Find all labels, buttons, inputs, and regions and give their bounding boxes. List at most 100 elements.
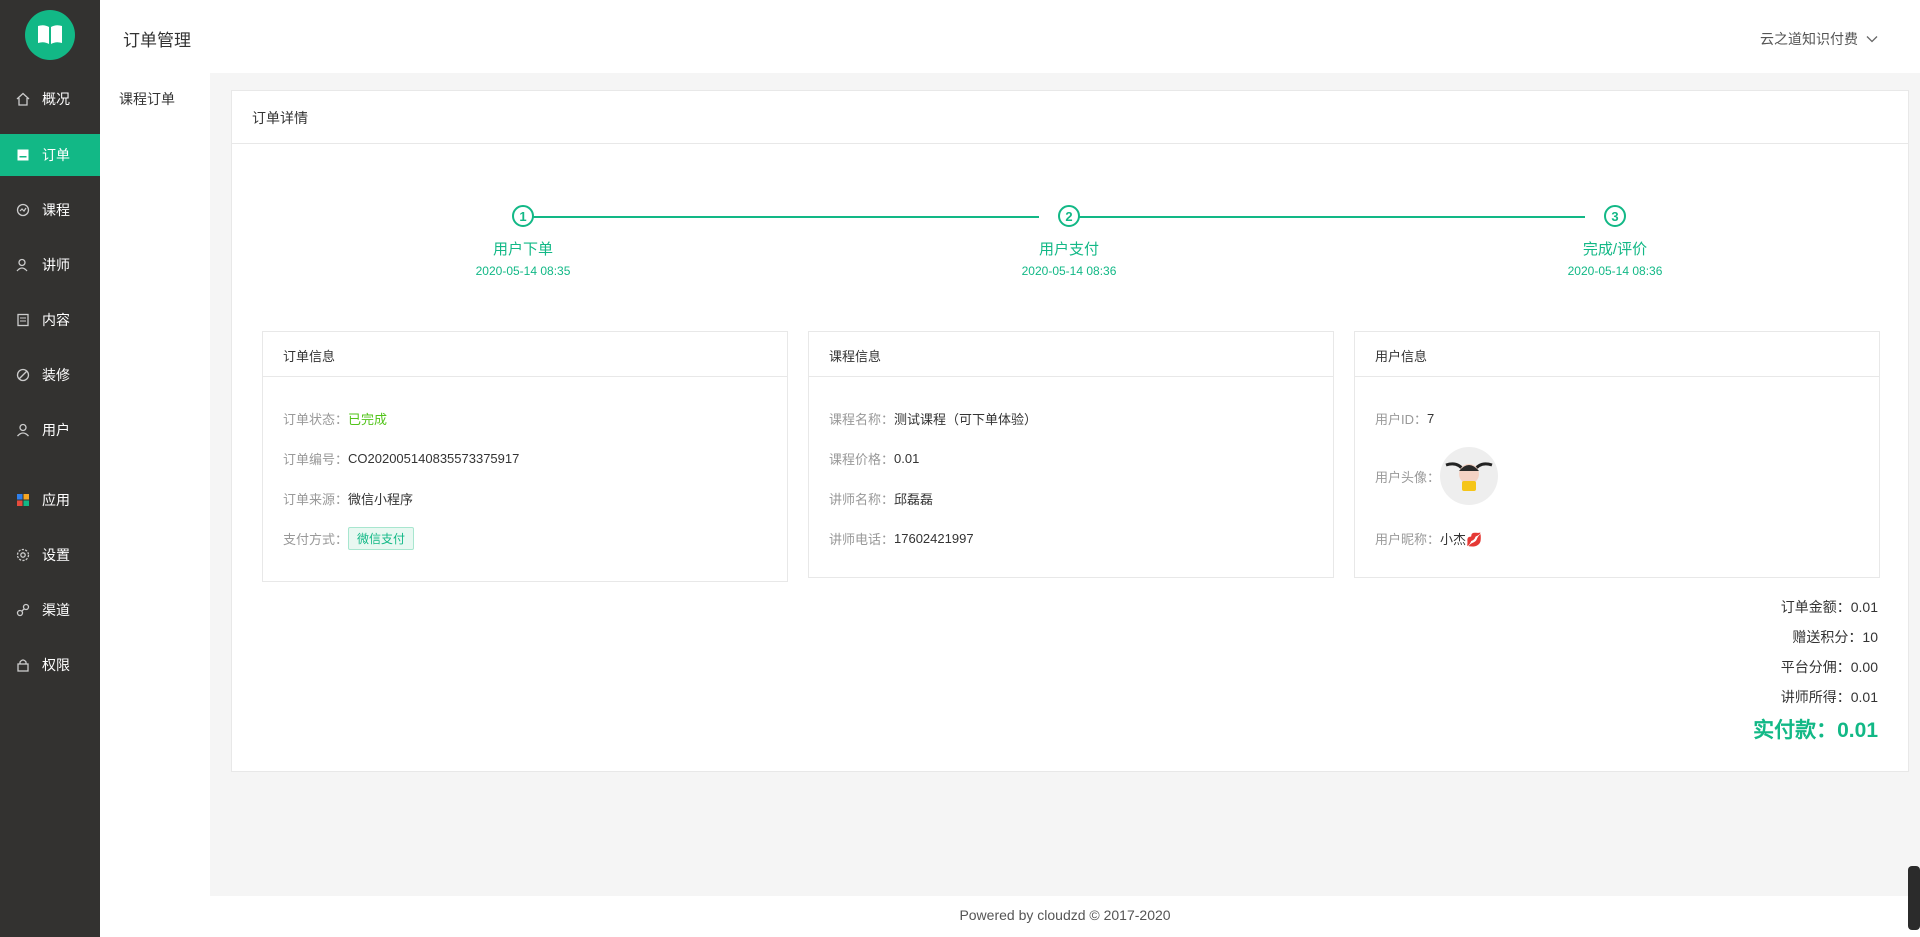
nav-label: 概况 bbox=[42, 91, 70, 107]
content-icon bbox=[16, 313, 30, 327]
payment-method-label: 支付方式： bbox=[283, 532, 349, 547]
nav-label: 应用 bbox=[42, 492, 70, 508]
nav-item-channels[interactable]: 渠道 bbox=[0, 589, 100, 631]
nav-item-settings[interactable]: 设置 bbox=[0, 534, 100, 576]
lock-icon bbox=[16, 658, 30, 672]
order-no-row: 订单编号： CO202005140835573375917 bbox=[283, 449, 519, 468]
account-dropdown[interactable]: 云之道知识付费 bbox=[1760, 29, 1878, 49]
step-2-title: 用户支付 bbox=[1038, 241, 1099, 258]
teacher-phone-label: 讲师电话： bbox=[829, 532, 895, 547]
order-source-value: 微信小程序 bbox=[348, 492, 414, 507]
order-source-label: 订单来源： bbox=[283, 492, 349, 507]
chevron-down-icon bbox=[1866, 36, 1878, 43]
side-scroll-handle[interactable] bbox=[1908, 866, 1920, 930]
sub-sidebar: 课程订单 bbox=[100, 73, 210, 937]
channel-icon bbox=[16, 603, 30, 617]
order-icon bbox=[16, 148, 30, 162]
amount-paid: 实付款：0.01 bbox=[1753, 719, 1878, 742]
nav-item-apps[interactable]: 应用 bbox=[0, 479, 100, 521]
teacher-name-label: 讲师名称： bbox=[829, 492, 895, 507]
order-status-value: 已完成 bbox=[348, 412, 388, 427]
nav-label: 课程 bbox=[42, 202, 70, 218]
order-no-value: CO202005140835573375917 bbox=[348, 451, 520, 466]
user-id-value: 7 bbox=[1427, 411, 1435, 426]
home-icon bbox=[16, 92, 30, 106]
decorate-icon bbox=[16, 368, 30, 382]
main-sidebar: 概况 订单 课程 讲师 内容 装修 用户 应用 设置 渠道 权限 bbox=[0, 0, 100, 937]
nav-label: 订单 bbox=[42, 147, 70, 163]
card-title: 订单详情 bbox=[232, 91, 1908, 144]
course-info-title: 课程信息 bbox=[809, 332, 1333, 377]
course-info-box: 课程信息 课程名称： 测试课程（可下单体验） 课程价格： 0.01 讲师名称： … bbox=[808, 331, 1334, 578]
step-3-title: 完成/评价 bbox=[1582, 241, 1648, 258]
nav-label: 权限 bbox=[42, 657, 70, 673]
payment-method-tag: 微信支付 bbox=[348, 527, 415, 550]
user-nickname-value: 小杰💋 bbox=[1440, 532, 1483, 547]
teacher-earnings: 讲师所得：0.01 bbox=[1780, 689, 1878, 705]
account-name: 云之道知识付费 bbox=[1760, 31, 1858, 47]
payment-method-row: 支付方式： 微信支付 bbox=[283, 527, 415, 550]
nav-label: 设置 bbox=[42, 547, 70, 563]
page-title: 订单管理 bbox=[123, 31, 191, 50]
order-source-row: 订单来源： 微信小程序 bbox=[283, 489, 413, 508]
nav-label: 内容 bbox=[42, 312, 70, 328]
nav-label: 讲师 bbox=[42, 257, 70, 273]
apps-icon bbox=[16, 493, 30, 507]
nav-item-overview[interactable]: 概况 bbox=[0, 78, 100, 120]
order-status-label: 订单状态： bbox=[283, 412, 349, 427]
nav-item-content[interactable]: 内容 bbox=[0, 299, 100, 341]
user-info-title: 用户信息 bbox=[1355, 332, 1879, 377]
teacher-phone-value: 17602421997 bbox=[894, 531, 974, 546]
course-price-value: 0.01 bbox=[894, 451, 920, 466]
step-2-time: 2020-05-14 08:36 bbox=[1021, 264, 1117, 278]
bonus-points: 赠送积分：10 bbox=[1792, 629, 1878, 645]
nav-item-decorate[interactable]: 装修 bbox=[0, 354, 100, 396]
teacher-icon bbox=[16, 258, 30, 272]
user-icon bbox=[16, 423, 30, 437]
platform-commission: 平台分佣：0.00 bbox=[1780, 659, 1878, 675]
nav-item-teachers[interactable]: 讲师 bbox=[0, 244, 100, 286]
course-icon bbox=[16, 203, 30, 217]
course-name-value: 测试课程（可下单体验） bbox=[894, 412, 1038, 427]
step-1-circle: 1 bbox=[512, 205, 534, 227]
course-name-row: 课程名称： 测试课程（可下单体验） bbox=[829, 409, 1037, 428]
order-amount: 订单金额：0.01 bbox=[1780, 599, 1878, 615]
avatar bbox=[1440, 447, 1499, 505]
user-id-row: 用户ID： 7 bbox=[1375, 409, 1434, 428]
step-1-title: 用户下单 bbox=[492, 241, 553, 258]
book-icon bbox=[38, 25, 62, 44]
subnav-item-course-orders[interactable]: 课程订单 bbox=[119, 89, 175, 109]
course-price-label: 课程价格： bbox=[829, 452, 895, 467]
nav-label: 渠道 bbox=[42, 602, 70, 618]
nav-item-permissions[interactable]: 权限 bbox=[0, 644, 100, 686]
nav-item-orders[interactable]: 订单 bbox=[0, 134, 100, 176]
nav-label: 用户 bbox=[42, 422, 70, 438]
user-info-box: 用户信息 用户ID： 7 用户头像： 用户昵称： 小杰💋 bbox=[1354, 331, 1880, 578]
footer: Powered by cloudzd © 2017-2020 bbox=[210, 896, 1920, 937]
step-connector bbox=[515, 216, 1039, 218]
app-logo[interactable] bbox=[25, 10, 75, 60]
order-status-row: 订单状态： 已完成 bbox=[283, 409, 387, 428]
order-info-box: 订单信息 订单状态： 已完成 订单编号： CO20200514083557337… bbox=[262, 331, 788, 582]
nav-item-users[interactable]: 用户 bbox=[0, 409, 100, 451]
settings-icon bbox=[16, 548, 30, 562]
teacher-name-value: 邱磊磊 bbox=[894, 492, 934, 507]
user-avatar-row: 用户头像： bbox=[1375, 447, 1499, 505]
step-2-circle: 2 bbox=[1058, 205, 1080, 227]
order-info-title: 订单信息 bbox=[263, 332, 787, 377]
step-1-time: 2020-05-14 08:35 bbox=[475, 264, 571, 278]
top-header: 订单管理 云之道知识付费 bbox=[100, 0, 1920, 73]
order-detail-card: 订单详情 1 用户下单 2020-05-14 08:35 2 用户支付 2020… bbox=[231, 90, 1909, 772]
teacher-name-row: 讲师名称： 邱磊磊 bbox=[829, 489, 933, 508]
step-connector bbox=[1061, 216, 1585, 218]
step-3-circle: 3 bbox=[1604, 205, 1626, 227]
nav-item-courses[interactable]: 课程 bbox=[0, 189, 100, 231]
course-name-label: 课程名称： bbox=[829, 412, 895, 427]
nav-label: 装修 bbox=[42, 367, 70, 383]
order-no-label: 订单编号： bbox=[283, 452, 349, 467]
user-nickname-row: 用户昵称： 小杰💋 bbox=[1375, 529, 1482, 548]
course-price-row: 课程价格： 0.01 bbox=[829, 449, 919, 468]
step-3-time: 2020-05-14 08:36 bbox=[1567, 264, 1663, 278]
user-avatar-label: 用户头像： bbox=[1375, 469, 1441, 485]
user-id-label: 用户ID： bbox=[1375, 412, 1428, 427]
